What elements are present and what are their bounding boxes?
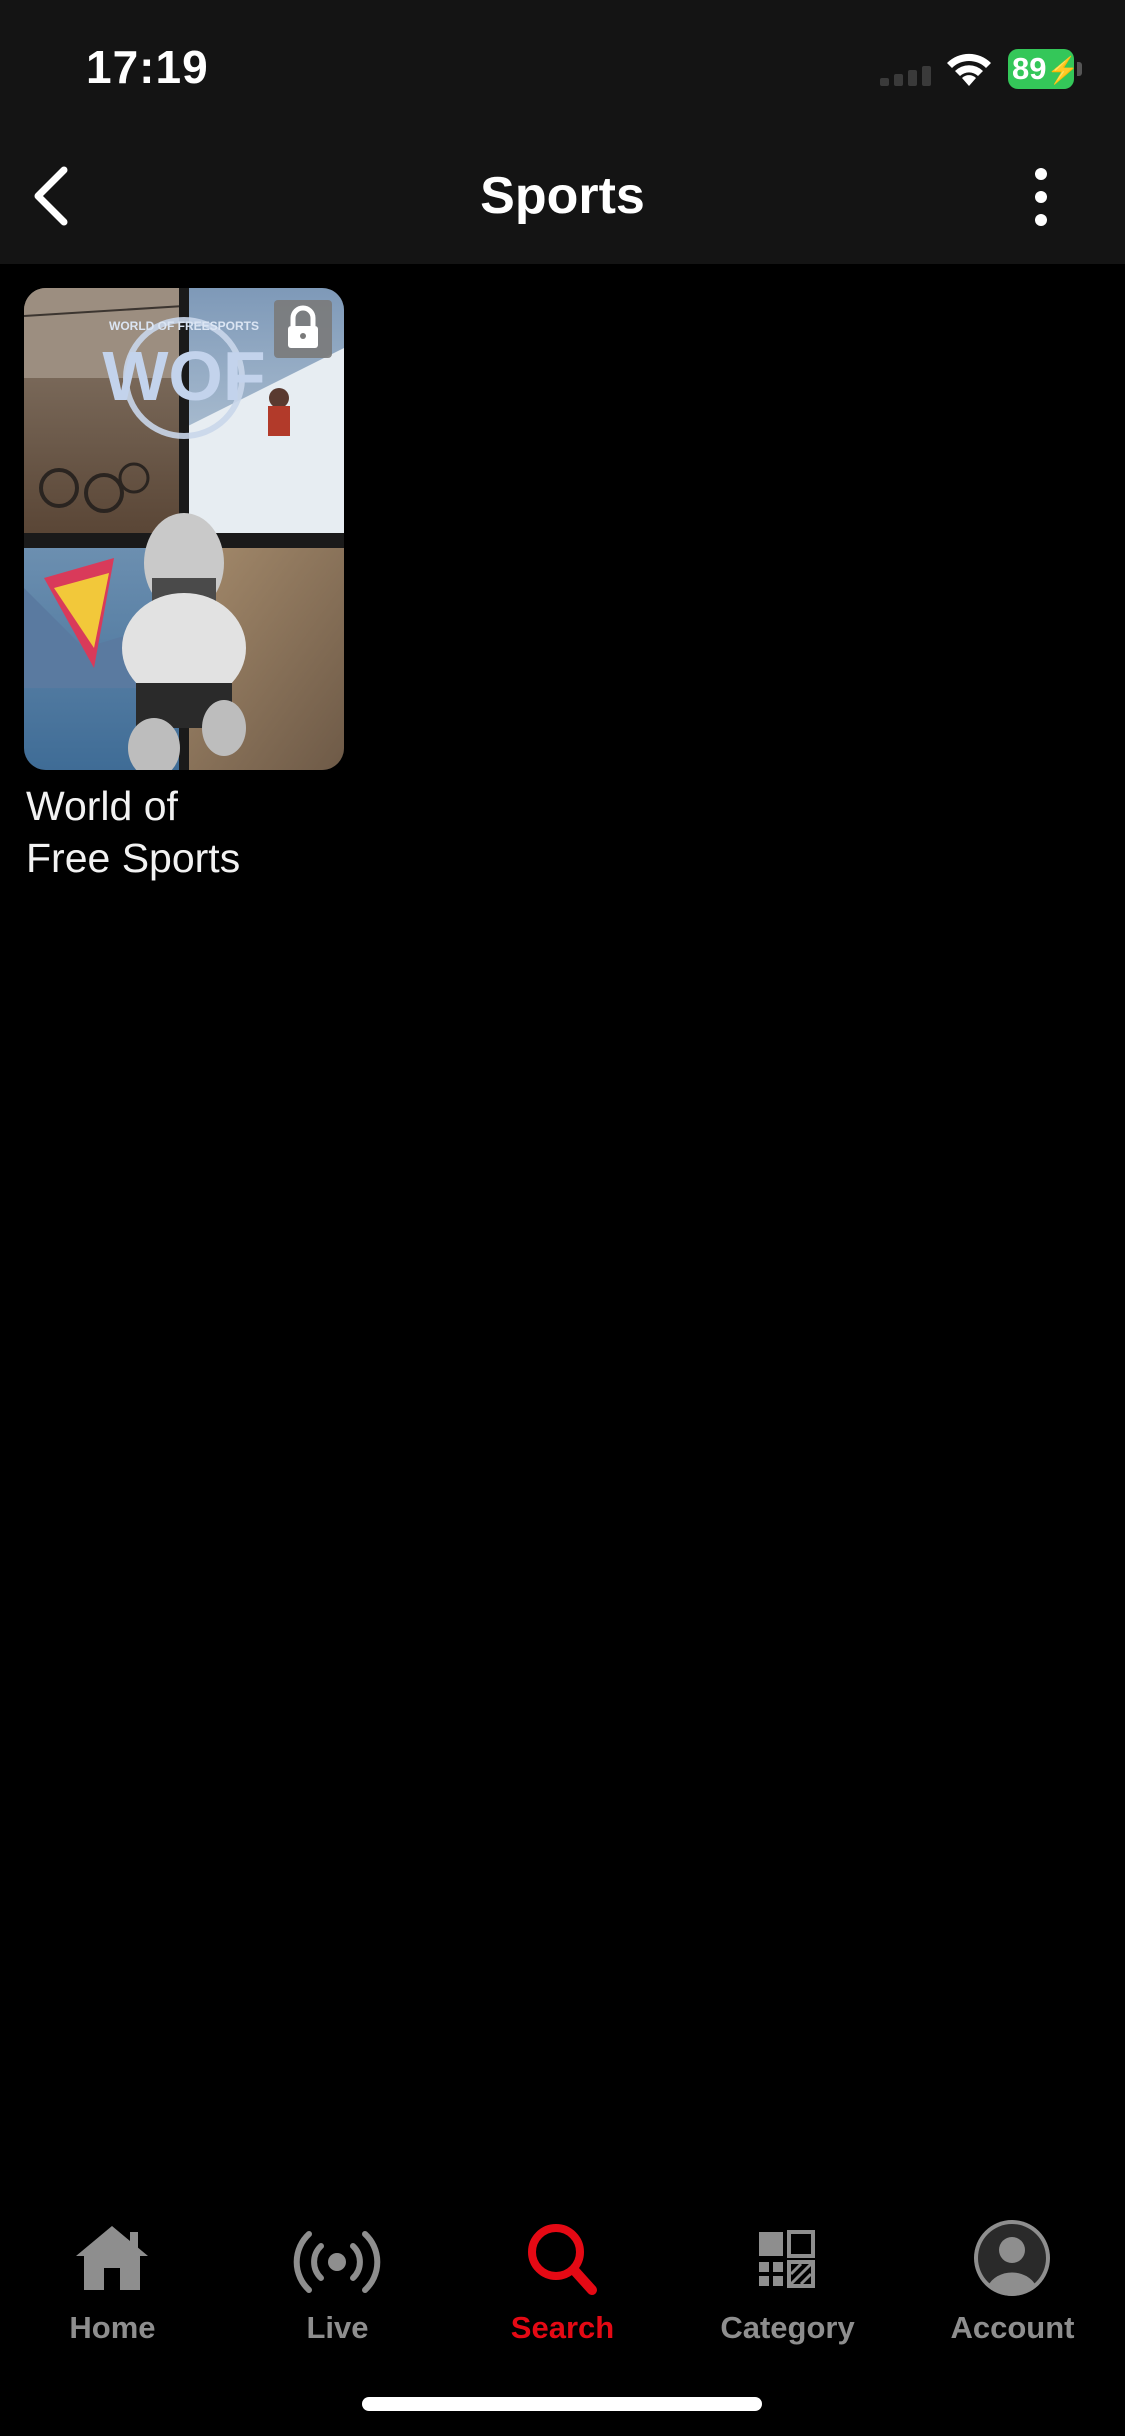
tab-search[interactable]: Search: [450, 2200, 675, 2350]
tab-category-label: Category: [720, 2310, 855, 2345]
lock-badge: [274, 300, 332, 358]
tab-live-label: Live: [306, 2310, 369, 2345]
battery-level: 89⚡: [1008, 49, 1074, 89]
tab-category[interactable]: Category: [675, 2200, 900, 2350]
status-time: 17:19: [86, 41, 209, 93]
page-title: Sports: [480, 167, 645, 225]
category-grid-icon: [759, 2230, 815, 2288]
live-broadcast-icon: [293, 2231, 381, 2293]
home-icon: [76, 2226, 148, 2290]
navigation-bar: Sports: [0, 130, 1125, 264]
battery-indicator: 89⚡: [1008, 49, 1082, 89]
poster-logo-ring-text: WORLD OF FREESPORTS: [109, 319, 259, 333]
status-bar: 17:19 89⚡: [0, 0, 1125, 130]
home-indicator: [362, 2397, 762, 2411]
show-title[interactable]: World of Free Sports: [26, 780, 366, 884]
battery-cap: [1077, 62, 1082, 76]
poster-logo-text: WOF: [102, 337, 265, 415]
tab-account-label: Account: [950, 2310, 1075, 2345]
show-tile-world-of-free-sports[interactable]: WOF WORLD OF FREESPORTS: [24, 288, 344, 770]
show-poster-image: WOF WORLD OF FREESPORTS: [24, 288, 344, 770]
tab-search-label: Search: [510, 2310, 615, 2345]
battery-percent: 89: [1012, 51, 1047, 86]
charging-bolt-icon: ⚡: [1046, 55, 1074, 85]
search-icon: [528, 2224, 597, 2295]
account-avatar-icon: [974, 2220, 1050, 2296]
wifi-icon: [947, 53, 991, 86]
tab-home[interactable]: Home: [0, 2200, 225, 2350]
cellular-signal-icon: [880, 66, 931, 86]
tab-home-label: Home: [69, 2310, 156, 2345]
tab-live[interactable]: Live: [225, 2200, 450, 2350]
more-vertical-icon: [1035, 168, 1047, 226]
more-options-button[interactable]: [1016, 164, 1066, 230]
tab-account[interactable]: Account: [900, 2200, 1125, 2350]
